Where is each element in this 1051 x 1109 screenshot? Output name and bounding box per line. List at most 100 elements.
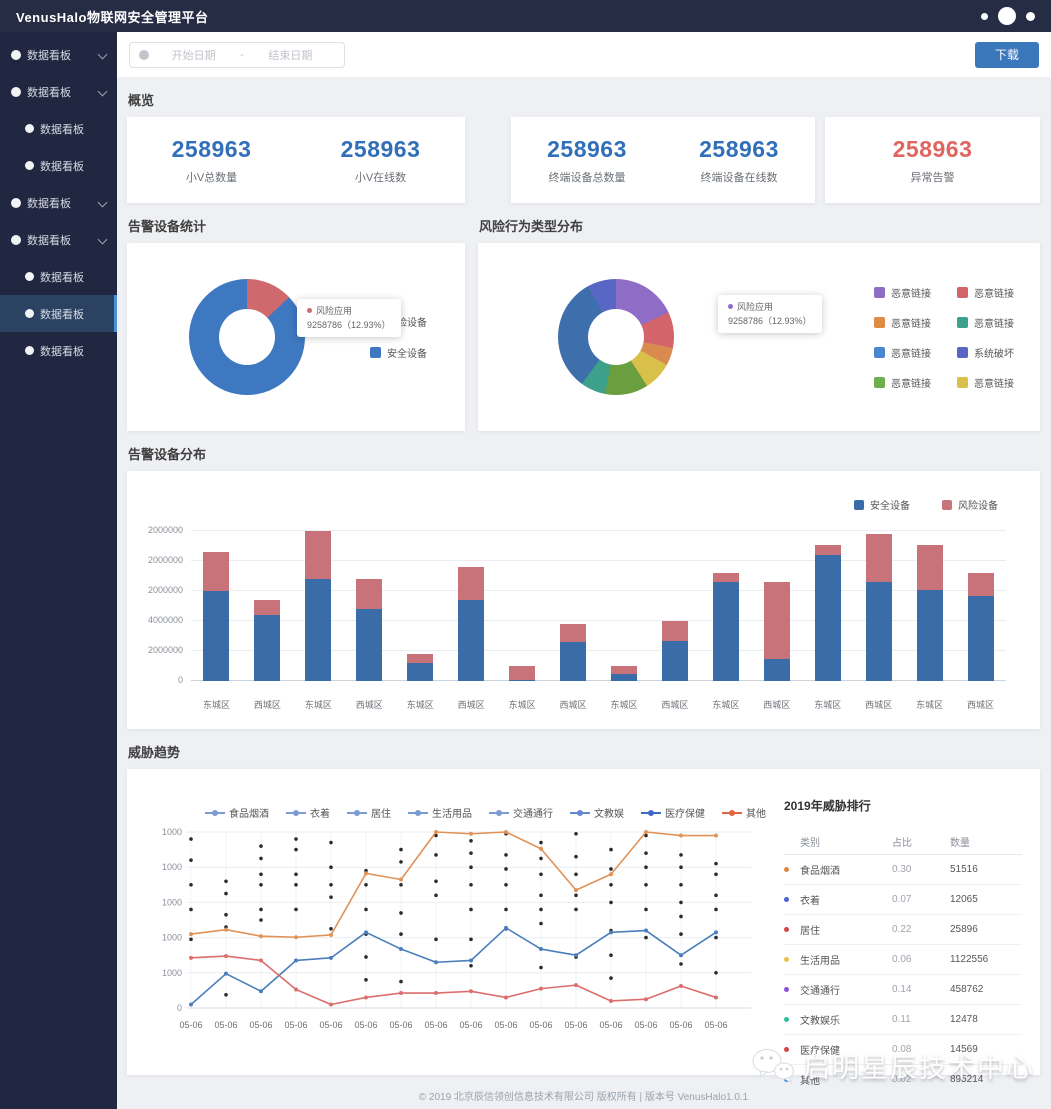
row-ratio: 0.07 <box>892 894 950 905</box>
filter-toolbar: 开始日期 - 结束日期 下载 <box>117 32 1051 77</box>
sidebar-item[interactable]: 数据看板 <box>0 147 117 184</box>
line-legend-item[interactable]: 文教娱 <box>570 805 624 820</box>
legend-item[interactable]: 安全设备 <box>370 345 427 360</box>
line-legend-item[interactable]: 交通通行 <box>489 805 553 820</box>
threat-rank-panel: 2019年威胁排行 类别占比数量食品烟酒0.3051516衣着0.0712065… <box>784 779 1022 1067</box>
legend-item[interactable]: 恶意链接 <box>874 375 931 390</box>
legend-label: 恶意链接 <box>891 315 931 330</box>
menu-dot-icon <box>25 161 34 170</box>
stat-label: 异常告警 <box>893 169 973 185</box>
row-category: 居住 <box>800 922 892 937</box>
app-root: VenusHalo物联网安全管理平台 数据看板数据看板数据看板数据看板数据看板数… <box>0 0 1051 1109</box>
sidebar-item[interactable]: 数据看板 <box>0 36 117 73</box>
row-count: 12065 <box>950 894 1022 905</box>
line-legend-icon <box>286 808 306 817</box>
bar-column[interactable] <box>802 531 853 681</box>
svg-text:05-06: 05-06 <box>634 1020 657 1030</box>
user-menu-dot-icon[interactable] <box>1026 12 1035 21</box>
bar-x-label: 东城区 <box>700 698 751 711</box>
stat-block: 258963终端设备在线数 <box>699 136 779 185</box>
stat-block: 258963小V总数量 <box>172 136 252 185</box>
row-dot-icon <box>784 1017 789 1022</box>
sidebar-item[interactable]: 数据看板 <box>0 258 117 295</box>
bar-column[interactable] <box>955 531 1006 681</box>
line-legend-item[interactable]: 医疗保健 <box>641 805 705 820</box>
user-avatar[interactable] <box>998 7 1016 25</box>
bar-column[interactable] <box>395 531 446 681</box>
bar-segment-safe <box>407 663 433 681</box>
row-category: 衣着 <box>800 892 892 907</box>
svg-text:05-06: 05-06 <box>214 1020 237 1030</box>
line-legend-icon <box>641 808 661 817</box>
legend-item[interactable]: 系统破坏 <box>957 345 1014 360</box>
sidebar-item-label: 数据看板 <box>40 158 84 174</box>
bar-x-label: 东城区 <box>191 698 242 711</box>
sidebar-item[interactable]: 数据看板 <box>0 332 117 369</box>
bar-column[interactable] <box>293 531 344 681</box>
row-dot-icon <box>784 927 789 932</box>
line-legend-item[interactable]: 居住 <box>347 805 391 820</box>
bar-column[interactable] <box>497 531 548 681</box>
legend-item[interactable]: 安全设备 <box>854 497 910 512</box>
sidebar-item[interactable]: 数据看板 <box>0 184 117 221</box>
bar-x-axis: 东城区西城区东城区西城区东城区西城区东城区西城区东城区西城区东城区西城区东城区西… <box>191 698 1006 711</box>
stacked-bar-chart[interactable]: 020000004000000200000020000002000000 <box>191 531 1006 681</box>
end-date-input[interactable]: 结束日期 <box>246 47 335 63</box>
legend-item[interactable]: 恶意链接 <box>957 285 1014 300</box>
legend-item[interactable]: 风险设备 <box>942 497 998 512</box>
svg-text:05-06: 05-06 <box>599 1020 622 1030</box>
bar-segment-risk <box>611 666 637 674</box>
legend-item[interactable]: 恶意链接 <box>957 315 1014 330</box>
bar-column[interactable] <box>191 531 242 681</box>
sidebar-item[interactable]: 数据看板 <box>0 73 117 110</box>
bar-column[interactable] <box>599 531 650 681</box>
sidebar-item-active[interactable]: 数据看板 <box>0 295 117 332</box>
svg-text:1000: 1000 <box>162 968 182 978</box>
legend-item[interactable]: 恶意链接 <box>874 315 931 330</box>
y-tick-label: 2000000 <box>133 525 183 535</box>
bar-segment-risk <box>968 573 994 596</box>
row-count: 458762 <box>950 984 1022 995</box>
download-button[interactable]: 下载 <box>975 42 1039 68</box>
line-legend-item[interactable]: 衣着 <box>286 805 330 820</box>
bar-column[interactable] <box>344 531 395 681</box>
bar-column[interactable] <box>751 531 802 681</box>
bar-column[interactable] <box>548 531 599 681</box>
bar-column[interactable] <box>853 531 904 681</box>
donut-chart[interactable] <box>189 279 305 395</box>
trend-line-chart[interactable]: 01000100010001000100005-0605-0605-0605-0… <box>141 824 781 1036</box>
bar-column[interactable] <box>649 531 700 681</box>
watermark-text: 启明星辰技术中心 <box>803 1046 1035 1085</box>
chart-tooltip: 风险应用 9258786（12.93%） <box>297 299 401 337</box>
donut-chart[interactable] <box>558 279 674 395</box>
sidebar-item[interactable]: 数据看板 <box>0 221 117 258</box>
stat-value: 258963 <box>699 136 779 163</box>
bar-segment-safe <box>356 609 382 681</box>
legend-item[interactable]: 恶意链接 <box>874 285 931 300</box>
overview-cards: 258963小V总数量258963小V在线数258963终端设备总数量25896… <box>127 117 1040 203</box>
sidebar-item-label: 数据看板 <box>40 269 84 285</box>
threat-trend-card: 食品烟酒衣着居住生活用品交通通行文教娱医疗保健其他 01000100010001… <box>127 769 1040 1075</box>
date-range-picker[interactable]: 开始日期 - 结束日期 <box>129 42 345 68</box>
start-date-input[interactable]: 开始日期 <box>149 47 238 63</box>
svg-text:05-06: 05-06 <box>179 1020 202 1030</box>
bar-segment-safe <box>254 615 280 681</box>
bar-segment-safe <box>866 582 892 681</box>
legend-item[interactable]: 恶意链接 <box>957 375 1014 390</box>
bar-column[interactable] <box>700 531 751 681</box>
sidebar-item[interactable]: 数据看板 <box>0 110 117 147</box>
bar-legend: 安全设备 风险设备 <box>854 497 998 512</box>
bar-column[interactable] <box>904 531 955 681</box>
bar-column[interactable] <box>242 531 293 681</box>
line-legend-item[interactable]: 生活用品 <box>408 805 472 820</box>
stat-label: 小V在线数 <box>341 169 421 185</box>
line-legend-item[interactable]: 其他 <box>722 805 766 820</box>
line-legend-item[interactable]: 食品烟酒 <box>205 805 269 820</box>
alarm-dist-title: 告警设备分布 <box>128 444 1040 463</box>
legend-item[interactable]: 恶意链接 <box>874 345 931 360</box>
watermark: 启明星辰技术中心 <box>751 1046 1035 1085</box>
svg-text:1000: 1000 <box>162 933 182 943</box>
bar-column[interactable] <box>446 531 497 681</box>
sidebar-item-label: 数据看板 <box>40 121 84 137</box>
chevron-down-icon <box>98 235 108 245</box>
